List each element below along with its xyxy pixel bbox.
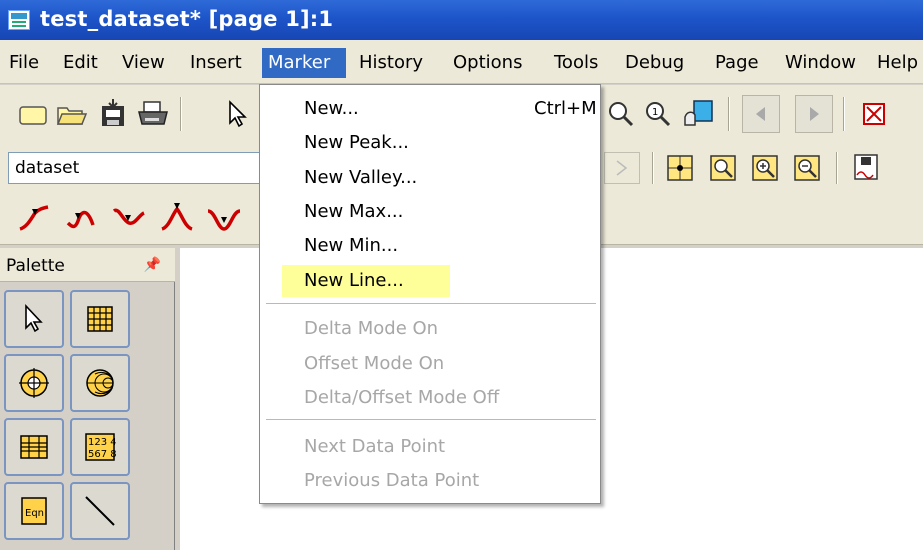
palette-smith-icon[interactable] <box>70 354 130 412</box>
new-file-icon[interactable] <box>16 97 50 131</box>
marker-peak-icon[interactable] <box>16 200 52 236</box>
marker-valley-icon[interactable] <box>62 200 98 236</box>
menu-tools[interactable]: Tools <box>548 48 604 78</box>
pin-icon[interactable]: 📌 <box>144 257 161 273</box>
window-title: test_dataset* [page 1]:1 <box>40 7 334 31</box>
menu-item-new-shortcut: Ctrl+M <box>534 98 597 119</box>
menu-file[interactable]: File <box>3 48 45 78</box>
toolbar-separator <box>728 97 730 131</box>
menu-item-offset-mode-on: Offset Mode On <box>304 353 445 374</box>
palette-numbers-icon[interactable]: 123 4 567 8 <box>70 418 130 476</box>
palette-header: Palette 📌 <box>0 248 175 282</box>
marker-max-icon[interactable] <box>110 200 148 236</box>
palette-panel: Palette 📌 123 4 567 8 Eqn <box>0 248 175 550</box>
zoom-in-box-icon[interactable] <box>748 151 782 185</box>
menu-window[interactable]: Window <box>779 48 862 78</box>
disabled-nav-icon <box>604 152 640 184</box>
menu-item-new-valley[interactable]: New Valley... <box>282 162 582 194</box>
stop-icon[interactable] <box>857 97 891 131</box>
menu-separator <box>266 419 596 421</box>
menu-item-new-peak[interactable]: New Peak... <box>282 127 582 159</box>
palette-equation-label: Eqn <box>25 508 44 519</box>
zoom-fit-icon[interactable] <box>603 97 637 131</box>
zoom-out-box-icon[interactable] <box>790 151 824 185</box>
menu-options[interactable]: Options <box>447 48 528 78</box>
save-icon[interactable] <box>96 95 130 131</box>
toolbar-separator <box>180 97 182 131</box>
zoom-box-icon[interactable] <box>706 151 740 185</box>
menu-item-new-line[interactable]: New Line... <box>282 265 450 297</box>
menu-insert[interactable]: Insert <box>184 48 248 78</box>
palette-numbers-line1: 123 4 <box>88 437 116 448</box>
menu-item-new-label: New... <box>304 98 359 119</box>
marker-menu-dropdown: New... Ctrl+M New Peak... New Valley... … <box>259 84 601 504</box>
menu-item-new-min[interactable]: New Min... <box>282 230 582 262</box>
palette-grid-icon[interactable] <box>4 418 64 476</box>
menu-debug[interactable]: Debug <box>619 48 690 78</box>
toolbar-separator <box>652 152 654 184</box>
app-icon <box>8 10 30 30</box>
dataset-combobox[interactable]: dataset <box>8 152 270 184</box>
menu-edit[interactable]: Edit <box>57 48 104 78</box>
menu-separator <box>266 303 596 305</box>
palette-table-icon[interactable] <box>70 290 130 348</box>
menu-item-delta-mode-on: Delta Mode On <box>304 318 439 339</box>
palette-polar-icon[interactable] <box>4 354 64 412</box>
menu-item-new-max[interactable]: New Max... <box>282 196 582 228</box>
palette-equation-icon[interactable]: Eqn <box>4 482 64 540</box>
palette-title: Palette <box>6 256 65 276</box>
menu-item-previous-data-point: Previous Data Point <box>304 470 480 491</box>
menu-bar: File Edit View Insert Marker History Opt… <box>0 40 923 84</box>
grid-marker-icon[interactable] <box>663 151 697 185</box>
pan-icon[interactable] <box>680 97 718 131</box>
zoom-in-icon[interactable]: 1 <box>640 97 674 131</box>
title-bar: test_dataset* [page 1]:1 <box>0 0 923 40</box>
menu-marker[interactable]: Marker <box>262 48 346 78</box>
menu-page[interactable]: Page <box>709 48 765 78</box>
marker-min-icon[interactable] <box>158 198 196 236</box>
toolbar-separator <box>843 97 845 131</box>
menu-view[interactable]: View <box>116 48 171 78</box>
menu-item-next-data-point: Next Data Point <box>304 436 446 457</box>
palette-numbers-line2: 567 8 <box>88 449 116 460</box>
forward-icon[interactable] <box>795 95 833 133</box>
pointer-icon[interactable] <box>220 97 254 131</box>
marker-line-icon[interactable] <box>204 200 244 236</box>
chart-export-icon[interactable] <box>848 151 884 185</box>
menu-history[interactable]: History <box>353 48 429 78</box>
print-icon[interactable] <box>134 97 172 131</box>
svg-text:1: 1 <box>652 107 658 118</box>
open-folder-icon[interactable] <box>54 97 90 131</box>
toolbar-separator <box>836 152 838 184</box>
back-icon[interactable] <box>742 95 780 133</box>
palette-line-icon[interactable] <box>70 482 130 540</box>
menu-item-new[interactable]: New... Ctrl+M <box>282 93 597 125</box>
palette-pointer-icon[interactable] <box>4 290 64 348</box>
menu-item-delta-offset-mode-off: Delta/Offset Mode Off <box>304 387 500 408</box>
menu-help[interactable]: Help <box>871 48 923 78</box>
